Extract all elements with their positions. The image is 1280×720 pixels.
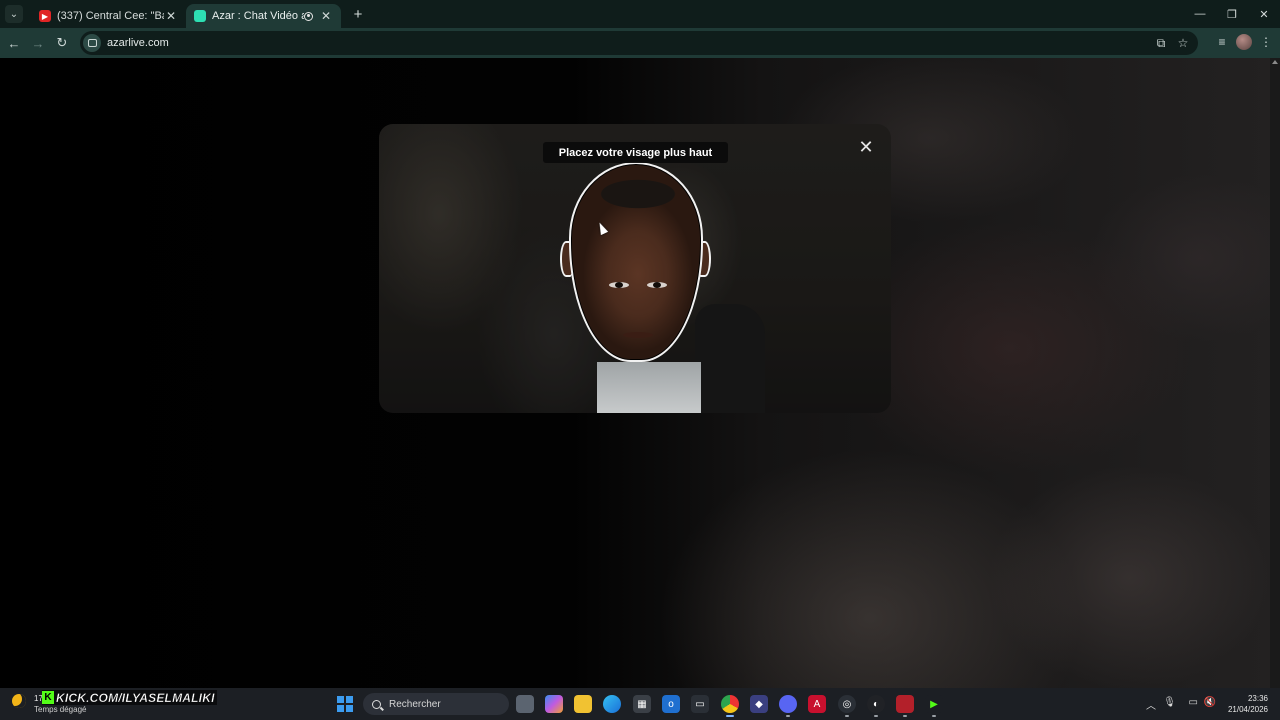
task-view-icon[interactable]: [516, 695, 534, 713]
tab-title: Azar : Chat Vidéo avec de n: [212, 10, 304, 22]
chevron-up-icon[interactable]: ︿: [1146, 697, 1156, 712]
browser-toolbar: ← → ↻ azarlive.com ⧉ ☆ ≡ ⋮: [0, 28, 1280, 58]
close-icon[interactable]: ✕: [319, 9, 333, 23]
menu-kebab-icon[interactable]: ⋮: [1256, 31, 1276, 53]
app-icon[interactable]: ▭: [691, 695, 709, 713]
azar-icon: [194, 10, 206, 22]
weather-widget[interactable]: 17 Temps dégagé: [12, 694, 86, 714]
back-button[interactable]: ←: [2, 31, 26, 55]
kick-logo-icon: K: [42, 691, 54, 704]
url-text: azarlive.com: [107, 37, 169, 49]
bookmark-star-icon[interactable]: ☆: [1174, 34, 1192, 52]
close-icon[interactable]: ✕: [857, 138, 875, 156]
edge-icon[interactable]: [603, 695, 621, 713]
forward-button[interactable]: →: [26, 31, 50, 55]
discord-icon[interactable]: [779, 695, 797, 717]
tab-title: (337) Central Cee: "Band48and: [57, 10, 164, 22]
face-position-modal: Placez votre visage plus haut ✕: [379, 124, 891, 413]
minimize-button[interactable]: —: [1184, 0, 1216, 28]
page-content: Placez votre visage plus haut ✕: [0, 58, 1270, 688]
install-app-icon[interactable]: ⧉: [1152, 34, 1170, 52]
stream-overlay-banner: K KICK.COM/ILYASELMALIKI: [42, 690, 217, 705]
copilot-icon[interactable]: [545, 695, 563, 713]
start-button[interactable]: [337, 696, 353, 712]
acrobat-icon[interactable]: A: [808, 695, 826, 713]
close-icon[interactable]: ✕: [164, 9, 178, 23]
gamebar-icon[interactable]: ◆: [750, 695, 768, 713]
weather-condition: Temps dégagé: [34, 705, 87, 714]
display-icon[interactable]: ▭: [1189, 697, 1198, 708]
window-controls: — ❐ ✕: [1184, 0, 1280, 28]
reload-button[interactable]: ↻: [50, 31, 74, 55]
profile-avatar[interactable]: [1236, 34, 1252, 50]
browser-tab-bar: ⌄ ▶ (337) Central Cee: "Band48and ✕ Azar…: [0, 0, 1280, 28]
site-info-icon[interactable]: [83, 34, 101, 52]
chrome-icon[interactable]: [721, 695, 739, 717]
new-tab-button[interactable]: +: [349, 6, 367, 23]
news-icon[interactable]: [896, 695, 914, 717]
taskbar-search[interactable]: Rechercher: [363, 693, 509, 715]
steam-icon[interactable]: ◎: [838, 695, 856, 717]
store-icon[interactable]: ▦: [633, 695, 651, 713]
youtube-icon: ▶: [39, 10, 51, 22]
camera-background: [695, 304, 765, 413]
face-hint-label: Placez votre visage plus haut: [543, 142, 728, 163]
obs-icon[interactable]: ◐: [867, 695, 885, 717]
address-bar[interactable]: azarlive.com ⧉ ☆: [80, 31, 1198, 55]
camera-background: [597, 362, 701, 413]
clock-time: 23:36: [1247, 694, 1268, 703]
gaming-app-icon[interactable]: ▶: [925, 695, 943, 717]
restore-button[interactable]: ❐: [1216, 0, 1248, 28]
clock-date: 21/04/2026: [1227, 705, 1268, 714]
close-window-button[interactable]: ✕: [1248, 0, 1280, 28]
scrollbar[interactable]: [1270, 58, 1280, 688]
file-explorer-icon[interactable]: [574, 695, 592, 713]
search-icon: [372, 699, 381, 709]
moon-icon: [12, 694, 26, 708]
tab-youtube[interactable]: ▶ (337) Central Cee: "Band48and ✕: [31, 4, 186, 28]
system-clock[interactable]: 23:36 21/04/2026: [1228, 693, 1268, 715]
outlook-icon[interactable]: o: [662, 695, 680, 713]
tab-azar[interactable]: Azar : Chat Vidéo avec de n ✕: [186, 4, 341, 28]
microphone-icon[interactable]: 🎙: [1163, 697, 1176, 708]
tab-search-button[interactable]: ⌄: [5, 5, 23, 23]
media-controls-icon[interactable]: ≡: [1212, 31, 1232, 53]
recording-icon: [304, 11, 313, 21]
search-placeholder: Rechercher: [389, 698, 441, 710]
speaker-muted-icon[interactable]: 🔇: [1204, 697, 1216, 708]
kick-url-text: KICK.COM/ILYASELMALIKI: [56, 690, 215, 705]
